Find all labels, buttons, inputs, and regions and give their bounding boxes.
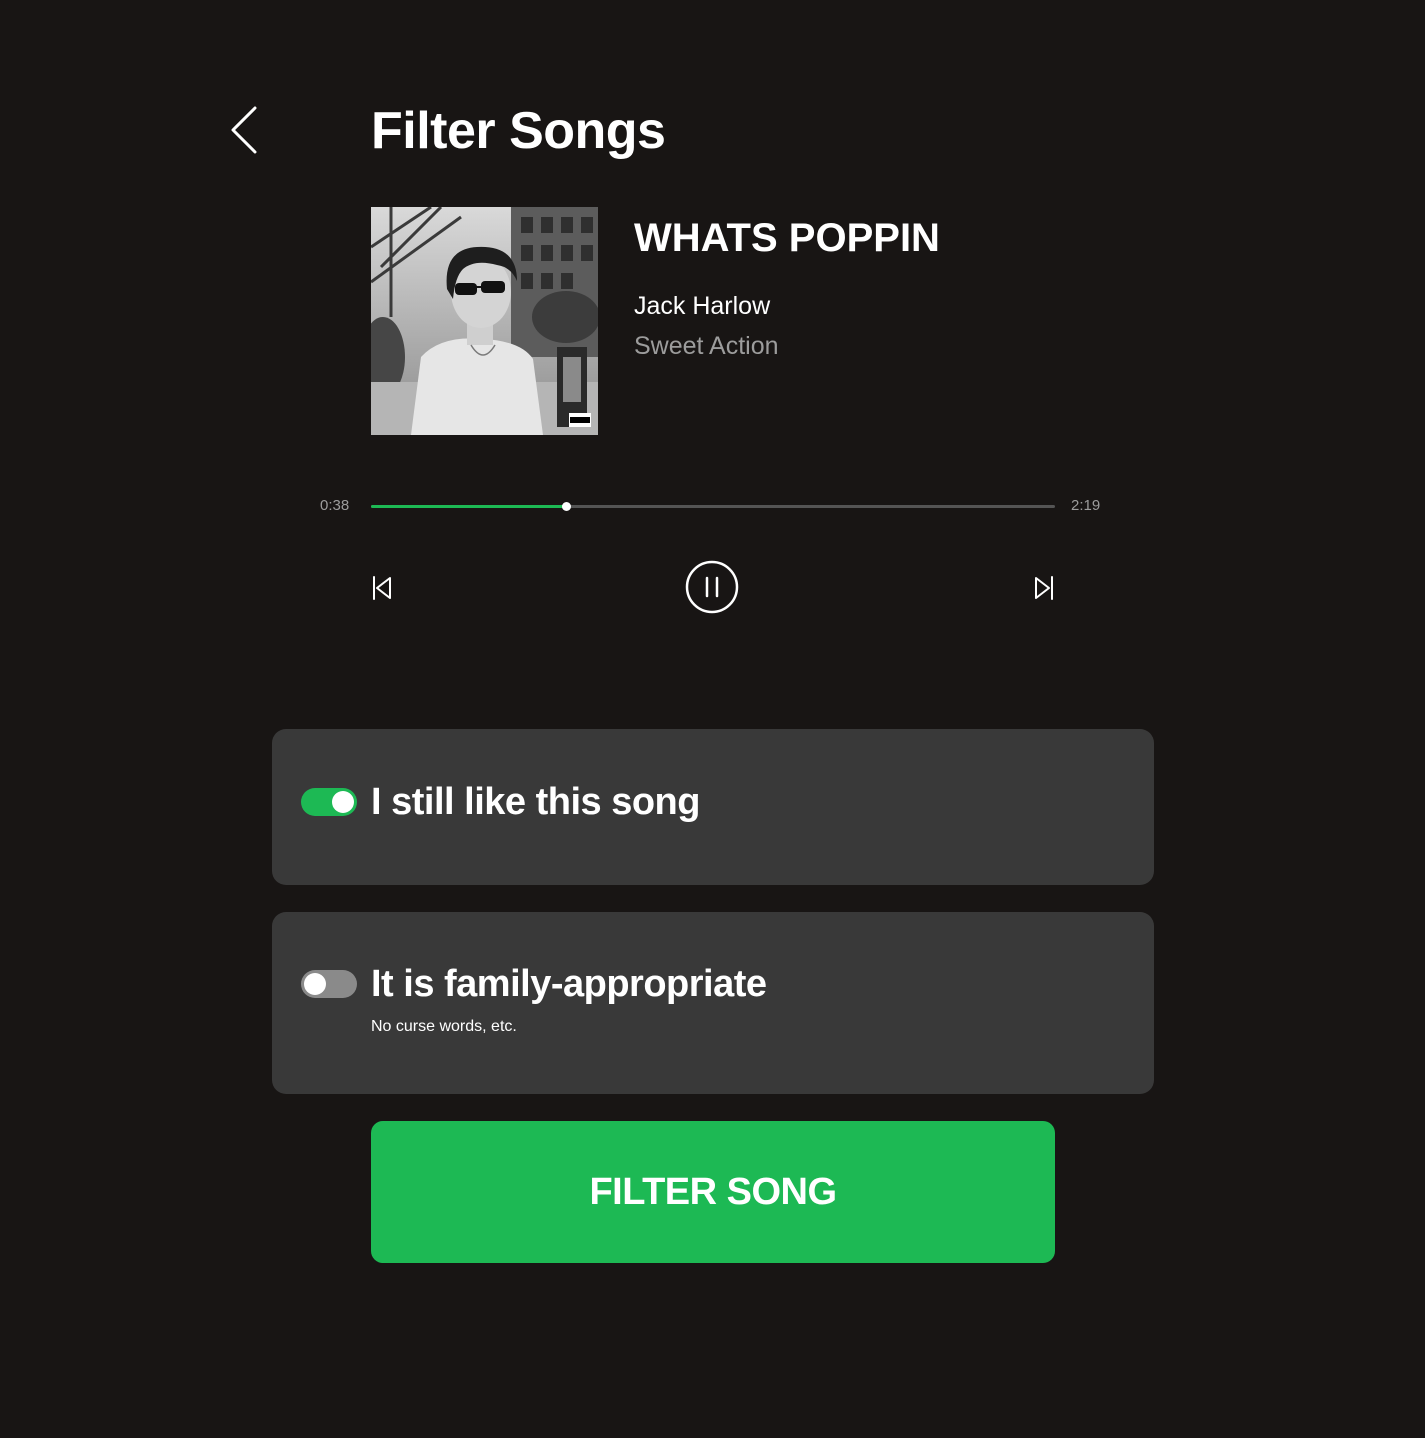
- filter-song-button[interactable]: FILTER SONG: [371, 1121, 1055, 1263]
- skip-back-icon: [373, 576, 391, 600]
- pause-circle-icon: [685, 560, 739, 614]
- skip-forward-icon: [1035, 576, 1053, 600]
- still-like-toggle[interactable]: [301, 788, 357, 816]
- total-duration: 2:19: [1071, 497, 1101, 514]
- filter-option-label: It is family-appropriate: [371, 963, 767, 1005]
- elapsed-time: 0:38: [320, 497, 350, 514]
- progress-bar[interactable]: [371, 502, 1055, 511]
- album-cover-image: [371, 207, 598, 435]
- page-title: Filter Songs: [371, 102, 666, 160]
- song-title: WHATS POPPIN: [634, 216, 940, 260]
- progress-handle[interactable]: [561, 502, 571, 511]
- filter-option-family-appropriate: It is family-appropriate No curse words,…: [272, 912, 1154, 1094]
- filter-option-label: I still like this song: [371, 781, 700, 823]
- album-name: Sweet Action: [634, 332, 779, 360]
- filter-option-still-like: I still like this song: [272, 729, 1154, 885]
- family-appropriate-toggle[interactable]: [301, 970, 357, 998]
- previous-track-button[interactable]: [370, 574, 396, 602]
- back-button[interactable]: [224, 104, 268, 156]
- pause-button[interactable]: [684, 559, 740, 615]
- chevron-left-icon: [231, 106, 257, 154]
- filter-songs-screen: Filter Songs WHATS POPPIN Jack Harlow Sw…: [0, 0, 1425, 1438]
- toggle-knob: [304, 973, 326, 995]
- progress-fill: [371, 505, 566, 508]
- next-track-button[interactable]: [1030, 574, 1056, 602]
- toggle-knob: [332, 791, 354, 813]
- artist-name: Jack Harlow: [634, 292, 771, 320]
- filter-option-description: No curse words, etc.: [371, 1018, 517, 1035]
